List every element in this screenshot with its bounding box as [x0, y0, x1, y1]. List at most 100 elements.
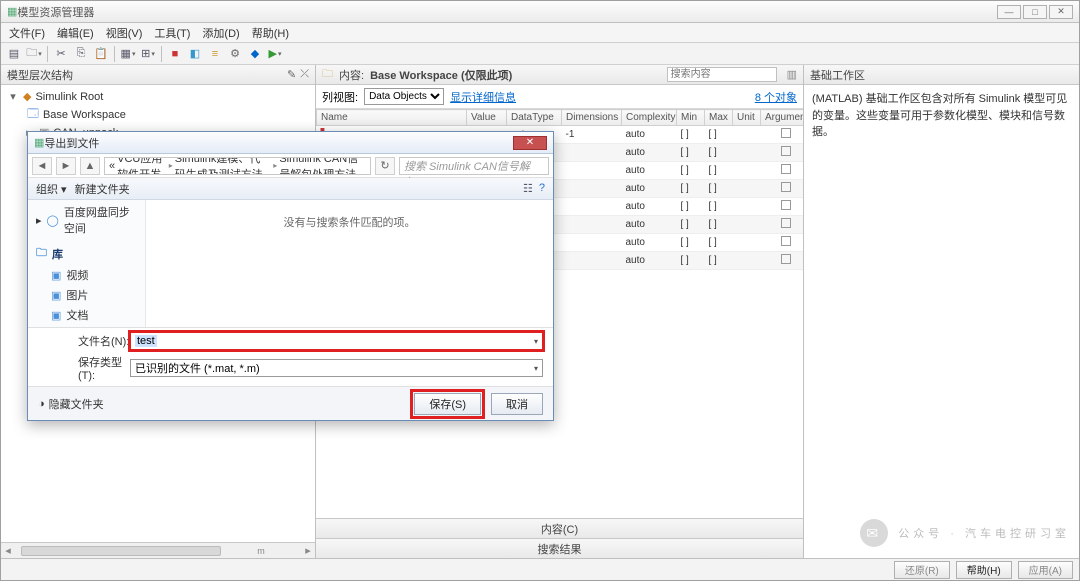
- tb-signal-icon[interactable]: ◧: [186, 45, 204, 63]
- save-button[interactable]: 保存(S): [414, 393, 481, 415]
- dialog-help-icon[interactable]: ?: [539, 182, 545, 195]
- edit-icon[interactable]: ✎: [287, 68, 296, 81]
- help-button[interactable]: 帮助(H): [956, 561, 1012, 579]
- menu-view[interactable]: 视图(V): [102, 24, 147, 42]
- side-videos[interactable]: ▣视频: [28, 265, 145, 285]
- tb-add-icon[interactable]: ⊞: [139, 45, 157, 63]
- menu-file[interactable]: 文件(F): [5, 24, 49, 42]
- filetype-select[interactable]: 已识别的文件 (*.mat, *.m): [130, 359, 543, 377]
- toolbar: ▤ 🗀 ✂ ⎘ 📋 ▦ ⊞ ■ ◧ ≡ ⚙ ◆ ▶: [1, 43, 1079, 65]
- workspace-icon: 🗔: [27, 105, 39, 124]
- hierarchy-title: 模型层次结构: [7, 67, 73, 83]
- nav-back-button[interactable]: ◄: [32, 157, 52, 175]
- minimize-button[interactable]: —: [997, 5, 1021, 19]
- side-library[interactable]: 🗀库: [28, 242, 145, 265]
- tree-base-workspace[interactable]: 🗔 Base Workspace: [7, 104, 309, 125]
- tb-new-icon[interactable]: ▤: [5, 45, 23, 63]
- dialog-title: 导出到文件: [44, 135, 513, 151]
- crumb-0[interactable]: VCU应用软件开发: [117, 157, 167, 175]
- cancel-button[interactable]: 取消: [491, 393, 543, 415]
- crumb-lead: «: [109, 160, 115, 172]
- search-results-tab[interactable]: 搜索结果: [316, 538, 803, 558]
- col-name[interactable]: Name: [317, 110, 467, 126]
- grid-header-row: Name Value DataType Dimensions Complexit…: [317, 110, 804, 126]
- dialog-close-button[interactable]: ✕: [513, 136, 547, 150]
- crumb-1[interactable]: Simulink建模、代码生成及测试方法: [175, 157, 272, 175]
- scroll-label: m: [257, 546, 265, 556]
- contents-tab[interactable]: 内容(C): [316, 518, 803, 538]
- app-icon: ▦: [7, 5, 17, 18]
- right-header: 基础工作区: [804, 65, 1079, 85]
- col-unit[interactable]: Unit: [733, 110, 761, 126]
- filename-label: 文件名(N):: [78, 333, 130, 349]
- tree-root-label: Simulink Root: [35, 91, 103, 103]
- side-pictures[interactable]: ▣图片: [28, 285, 145, 305]
- col-complexity[interactable]: Complexity: [622, 110, 677, 126]
- crumb-2[interactable]: Simulink CAN信号解包处理方法: [279, 157, 366, 175]
- tb-open-icon[interactable]: 🗀: [25, 45, 43, 63]
- col-dimensions[interactable]: Dimensions: [562, 110, 622, 126]
- filename-input[interactable]: test: [130, 332, 543, 350]
- side-sync[interactable]: ▸◯百度网盘同步空间: [28, 202, 145, 238]
- dialog-footer: ◑隐藏文件夹 保存(S) 取消: [28, 386, 553, 420]
- dialog-toolbar: 组织 ▾ 新建文件夹 ☷ ?: [28, 178, 553, 200]
- tb-paste-icon[interactable]: 📋: [92, 45, 110, 63]
- tree-base-label: Base Workspace: [43, 109, 126, 121]
- tb-simulink-icon[interactable]: ◆: [246, 45, 264, 63]
- dialog-titlebar[interactable]: ▦ 导出到文件 ✕: [28, 132, 553, 154]
- tree-root[interactable]: ▾◆Simulink Root: [7, 89, 309, 104]
- tb-config-icon[interactable]: ⚙: [226, 45, 244, 63]
- tb-more-icon[interactable]: ▶: [266, 45, 284, 63]
- object-count[interactable]: 8 个对象: [755, 89, 797, 105]
- tb-cut-icon[interactable]: ✂: [52, 45, 70, 63]
- scrollbar-thumb[interactable]: [21, 546, 221, 556]
- hide-folders-toggle[interactable]: ◑隐藏文件夹: [38, 396, 104, 412]
- show-details-link[interactable]: 显示详细信息: [450, 89, 516, 105]
- organize-menu[interactable]: 组织 ▾: [36, 181, 67, 197]
- dialog-icon: ▦: [34, 136, 44, 149]
- col-max[interactable]: Max: [705, 110, 733, 126]
- menu-edit[interactable]: 编辑(E): [53, 24, 98, 42]
- menu-tools[interactable]: 工具(T): [150, 24, 194, 42]
- contents-header: 🗀 内容: Base Workspace (仅限此项) ▥: [316, 65, 803, 85]
- side-documents[interactable]: ▣文档: [28, 305, 145, 325]
- col-datatype[interactable]: DataType: [507, 110, 562, 126]
- pin-icon[interactable]: ⤫: [300, 68, 309, 81]
- col-value[interactable]: Value: [467, 110, 507, 126]
- dialog-search[interactable]: 搜索 Simulink CAN信号解包...: [399, 157, 549, 175]
- left-scrollbar[interactable]: ◂ m ▸: [1, 542, 315, 558]
- right-pane: 基础工作区 (MATLAB) 基础工作区包含对所有 Simulink 模型可见的…: [804, 65, 1079, 558]
- simulink-root-icon: ◆: [23, 90, 31, 103]
- menu-help[interactable]: 帮助(H): [248, 24, 293, 42]
- revert-button[interactable]: 还原(R): [894, 561, 950, 579]
- dialog-file-area: 没有与搜索条件匹配的项。: [146, 200, 553, 327]
- apply-button[interactable]: 应用(A): [1018, 561, 1073, 579]
- titlebar: ▦ 模型资源管理器 — □ ✕: [1, 1, 1079, 23]
- column-view-select[interactable]: Data Objects: [364, 88, 444, 105]
- refresh-button[interactable]: ↻: [375, 157, 395, 175]
- nav-forward-button[interactable]: ►: [56, 157, 76, 175]
- col-min[interactable]: Min: [677, 110, 705, 126]
- maximize-button[interactable]: □: [1023, 5, 1047, 19]
- menu-add[interactable]: 添加(D): [198, 24, 243, 42]
- view-mode-icon[interactable]: ☷: [523, 182, 533, 195]
- breadcrumb[interactable]: « VCU应用软件开发▸ Simulink建模、代码生成及测试方法▸ Simul…: [104, 157, 371, 175]
- tb-block-icon[interactable]: ■: [166, 45, 184, 63]
- dialog-nav: ◄ ► ▲ « VCU应用软件开发▸ Simulink建模、代码生成及测试方法▸…: [28, 154, 553, 178]
- tb-copy-icon[interactable]: ⎘: [72, 45, 90, 63]
- new-folder-button[interactable]: 新建文件夹: [75, 181, 130, 197]
- right-title: 基础工作区: [810, 67, 865, 83]
- tb-bus-icon[interactable]: ≡: [206, 45, 224, 63]
- close-button[interactable]: ✕: [1049, 5, 1073, 19]
- folder-icon: 🗀: [322, 65, 333, 84]
- filter-icon[interactable]: ▥: [787, 68, 797, 81]
- tb-sep: [47, 46, 48, 62]
- nav-up-button[interactable]: ▲: [80, 157, 100, 175]
- tb-grid-icon[interactable]: ▦: [119, 45, 137, 63]
- empty-message: 没有与搜索条件匹配的项。: [284, 214, 416, 230]
- col-argument[interactable]: Argument: [761, 110, 804, 126]
- right-body-text: (MATLAB) 基础工作区包含对所有 Simulink 模型可见的变量。这些变…: [804, 85, 1079, 558]
- filter-label: 列视图:: [322, 89, 358, 105]
- tb-sep: [161, 46, 162, 62]
- contents-search[interactable]: [667, 67, 777, 82]
